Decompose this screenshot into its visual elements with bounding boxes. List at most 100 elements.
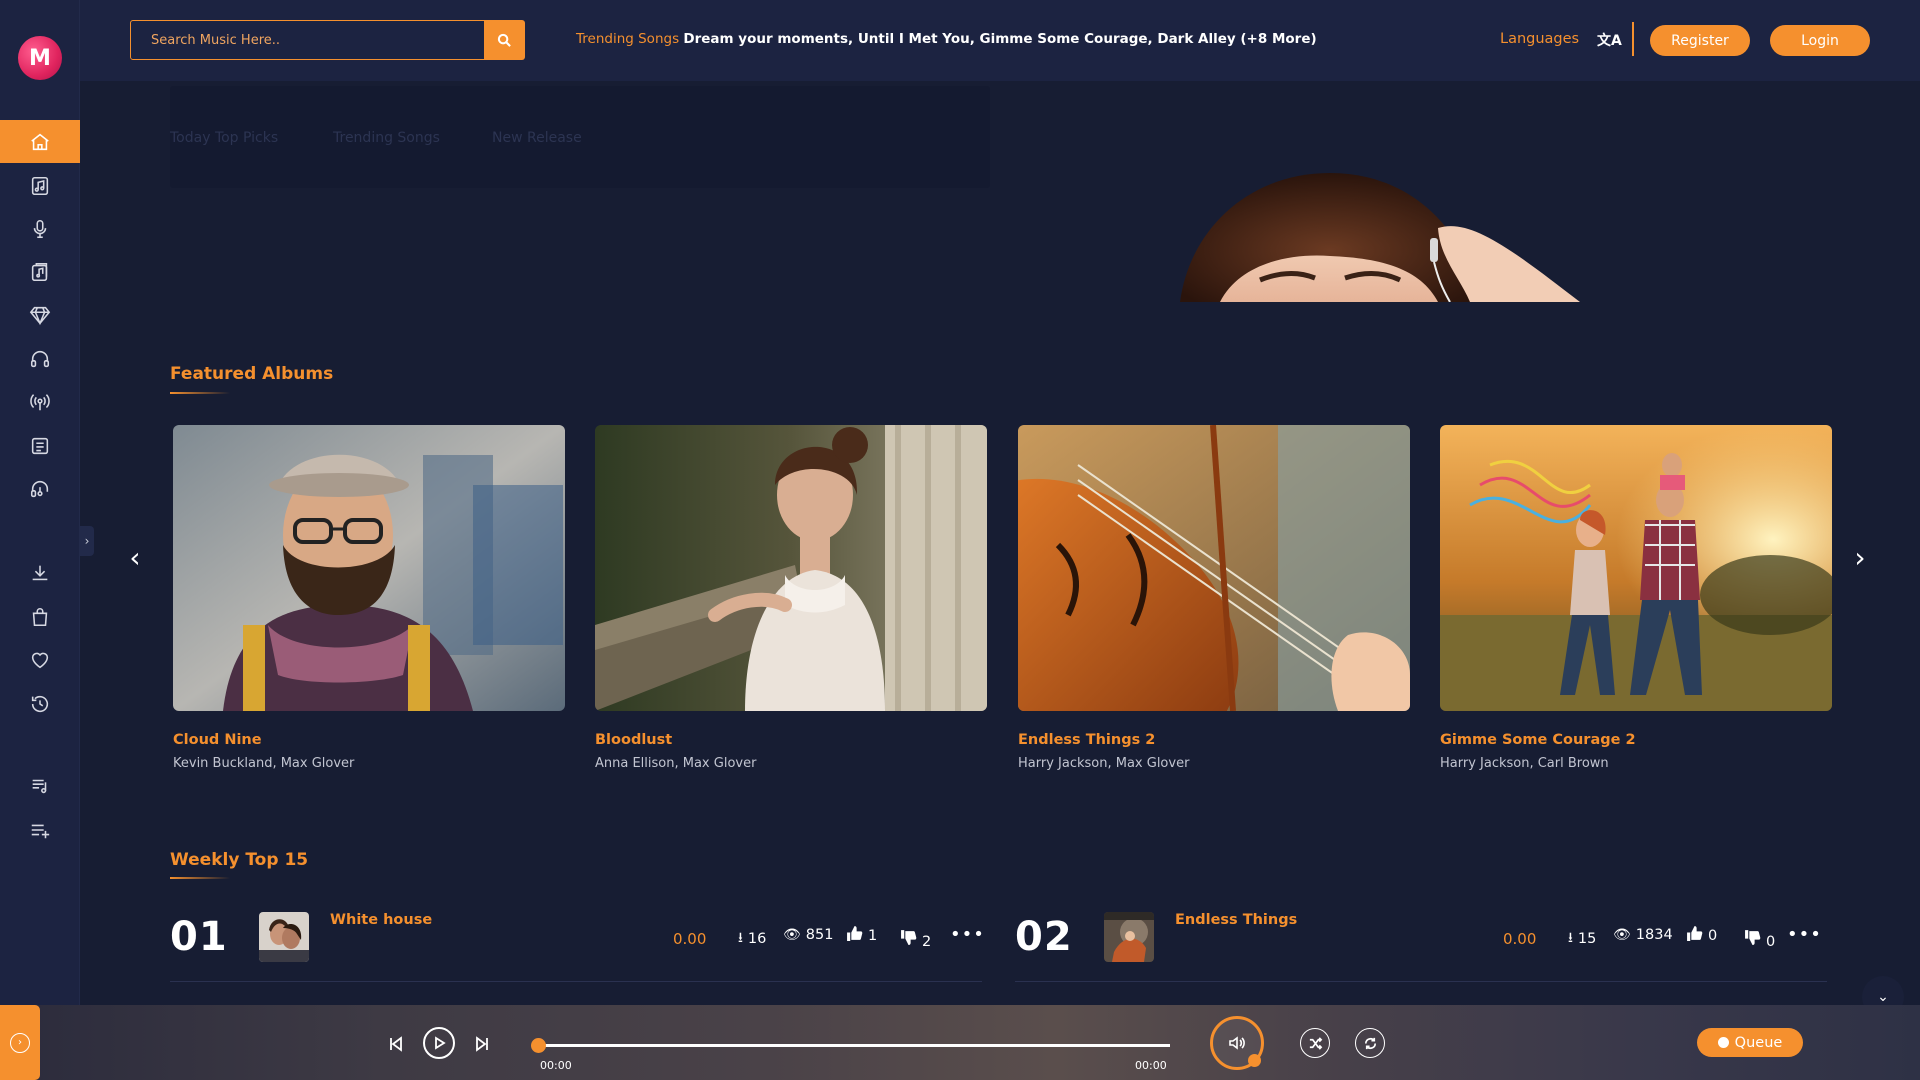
radio-broadcast-icon bbox=[30, 393, 50, 410]
sidebar-item-create-playlist[interactable] bbox=[0, 808, 80, 851]
skip-back-icon bbox=[390, 1036, 402, 1052]
sidebar-item-downloads[interactable] bbox=[0, 551, 80, 594]
sidebar: M › bbox=[0, 0, 94, 1005]
album-card[interactable]: Endless Things 2 Harry Jackson, Max Glov… bbox=[1018, 425, 1410, 771]
thumbs-down-icon bbox=[901, 929, 917, 945]
login-button[interactable]: Login bbox=[1770, 25, 1870, 56]
track-row[interactable]: 02 Endless Things 0.00 ⭳ 15 👁 1834 0 0 ••• bbox=[1015, 900, 1827, 982]
weekly-top-underline bbox=[170, 877, 230, 879]
sidebar-item-home[interactable] bbox=[0, 120, 80, 163]
player-toggle-button[interactable]: › bbox=[0, 1005, 40, 1080]
sidebar-item-music-library[interactable] bbox=[0, 164, 80, 207]
progress-slider[interactable] bbox=[531, 1038, 1170, 1053]
sidebar-item-news[interactable] bbox=[0, 424, 80, 467]
thumbs-down-icon bbox=[1745, 929, 1761, 945]
track-title[interactable]: Endless Things bbox=[1175, 912, 1297, 928]
track-downloads[interactable]: ⭳ 15 bbox=[1568, 927, 1596, 951]
album-cover[interactable] bbox=[173, 425, 565, 711]
download-icon: ⭳ bbox=[1568, 930, 1573, 946]
albums-next-arrow[interactable]: › bbox=[1845, 540, 1875, 574]
albums-prev-arrow[interactable]: ‹ bbox=[120, 540, 150, 574]
track-dislikes[interactable]: 2 bbox=[900, 924, 931, 950]
weekly-top-title: Weekly Top 15 bbox=[170, 850, 309, 870]
queue-button[interactable]: Queue bbox=[1697, 1028, 1803, 1057]
previous-track-button[interactable] bbox=[386, 1034, 406, 1054]
track-views: 👁 851 bbox=[783, 927, 834, 943]
heart-icon bbox=[31, 652, 49, 668]
translate-icon[interactable]: 文A bbox=[1597, 30, 1622, 50]
chevron-right-icon: › bbox=[10, 1032, 30, 1053]
track-more-button[interactable]: ••• bbox=[950, 924, 985, 945]
sidebar-item-premium[interactable] bbox=[0, 293, 80, 336]
album-card[interactable]: Gimme Some Courage 2 Harry Jackson, Carl… bbox=[1440, 425, 1832, 771]
album-cover[interactable] bbox=[1018, 425, 1410, 711]
track-row[interactable]: 01 White house 0.00 ⭳ 16 👁 851 1 2 ••• bbox=[170, 900, 985, 982]
track-likes[interactable]: 1 bbox=[846, 922, 877, 944]
next-track-button[interactable] bbox=[472, 1034, 492, 1054]
track-more-button[interactable]: ••• bbox=[1787, 924, 1822, 945]
track-dislikes[interactable]: 0 bbox=[1744, 924, 1775, 950]
sidebar-item-artists[interactable] bbox=[0, 207, 80, 250]
album-card[interactable]: Bloodlust Anna Ellison, Max Glover bbox=[595, 425, 987, 771]
album-cover[interactable] bbox=[1440, 425, 1832, 711]
sidebar-item-podcasts[interactable] bbox=[0, 467, 80, 510]
track-price: 0.00 bbox=[1503, 930, 1537, 948]
track-likes[interactable]: 0 bbox=[1686, 922, 1717, 944]
album-card[interactable]: Cloud Nine Kevin Buckland, Max Glover bbox=[173, 425, 565, 771]
album-cover[interactable] bbox=[595, 425, 987, 711]
headphones-icon bbox=[30, 350, 50, 367]
track-thumbnail[interactable] bbox=[259, 912, 309, 962]
featured-albums-underline bbox=[170, 392, 230, 394]
trending-songs-list[interactable]: Dream your moments, Until I Met You, Gim… bbox=[683, 31, 1316, 47]
news-icon bbox=[31, 437, 49, 454]
thumbs-up-icon bbox=[1687, 925, 1703, 941]
shuffle-button[interactable] bbox=[1300, 1028, 1330, 1058]
duration-time: 00:00 bbox=[1135, 1059, 1167, 1072]
album-title[interactable]: Gimme Some Courage 2 bbox=[1440, 732, 1832, 748]
sidebar-item-songs[interactable] bbox=[0, 250, 80, 293]
track-title[interactable]: White house bbox=[330, 912, 432, 928]
shopping-bag-icon bbox=[32, 607, 48, 626]
album-title[interactable]: Cloud Nine bbox=[173, 732, 565, 748]
play-button[interactable] bbox=[423, 1027, 455, 1059]
play-icon bbox=[435, 1036, 446, 1050]
current-time: 00:00 bbox=[540, 1059, 572, 1072]
track-downloads[interactable]: ⭳ 16 bbox=[738, 927, 766, 951]
search-input[interactable] bbox=[130, 20, 490, 60]
repeat-button[interactable] bbox=[1355, 1028, 1385, 1058]
album-title[interactable]: Bloodlust bbox=[595, 732, 987, 748]
sidebar-item-purchases[interactable] bbox=[0, 595, 80, 638]
trending-songs-marquee: Trending Songs Dream your moments, Until… bbox=[576, 31, 1317, 47]
add-playlist-icon bbox=[31, 824, 50, 838]
app-logo[interactable]: M bbox=[18, 36, 62, 80]
volume-control[interactable] bbox=[1210, 1016, 1264, 1070]
volume-handle[interactable] bbox=[1248, 1054, 1261, 1067]
sidebar-item-playlists[interactable] bbox=[0, 764, 80, 807]
sidebar-expand-toggle[interactable]: › bbox=[80, 526, 94, 556]
sidebar-item-radio[interactable] bbox=[0, 380, 80, 423]
sidebar-item-favourites[interactable] bbox=[0, 638, 80, 681]
banner-image bbox=[1180, 168, 1580, 302]
album-artists: Anna Ellison, Max Glover bbox=[595, 756, 757, 771]
tab-today-top-picks[interactable]: Today Top Picks bbox=[170, 130, 278, 146]
skip-forward-icon bbox=[476, 1036, 488, 1052]
register-button[interactable]: Register bbox=[1650, 25, 1750, 56]
repeat-icon bbox=[1364, 1037, 1376, 1049]
tab-trending-songs[interactable]: Trending Songs bbox=[333, 130, 440, 146]
track-price: 0.00 bbox=[673, 930, 707, 948]
tab-new-release[interactable]: New Release bbox=[492, 130, 582, 146]
download-icon: ⭳ bbox=[738, 930, 743, 946]
search-button[interactable] bbox=[484, 20, 525, 60]
header-divider bbox=[1632, 22, 1634, 56]
album-title[interactable]: Endless Things 2 bbox=[1018, 732, 1410, 748]
diamond-icon bbox=[29, 306, 51, 325]
track-thumbnail[interactable] bbox=[1104, 912, 1154, 962]
playlist-icon bbox=[32, 779, 47, 793]
sidebar-item-listen[interactable] bbox=[0, 337, 80, 380]
music-player-bar: › bbox=[0, 1005, 1920, 1080]
trending-label: Trending Songs bbox=[576, 31, 680, 47]
progress-handle[interactable] bbox=[531, 1038, 546, 1053]
sidebar-item-history[interactable] bbox=[0, 682, 80, 725]
queue-icon bbox=[1717, 1037, 1729, 1048]
languages-link[interactable]: Languages bbox=[1500, 31, 1579, 47]
